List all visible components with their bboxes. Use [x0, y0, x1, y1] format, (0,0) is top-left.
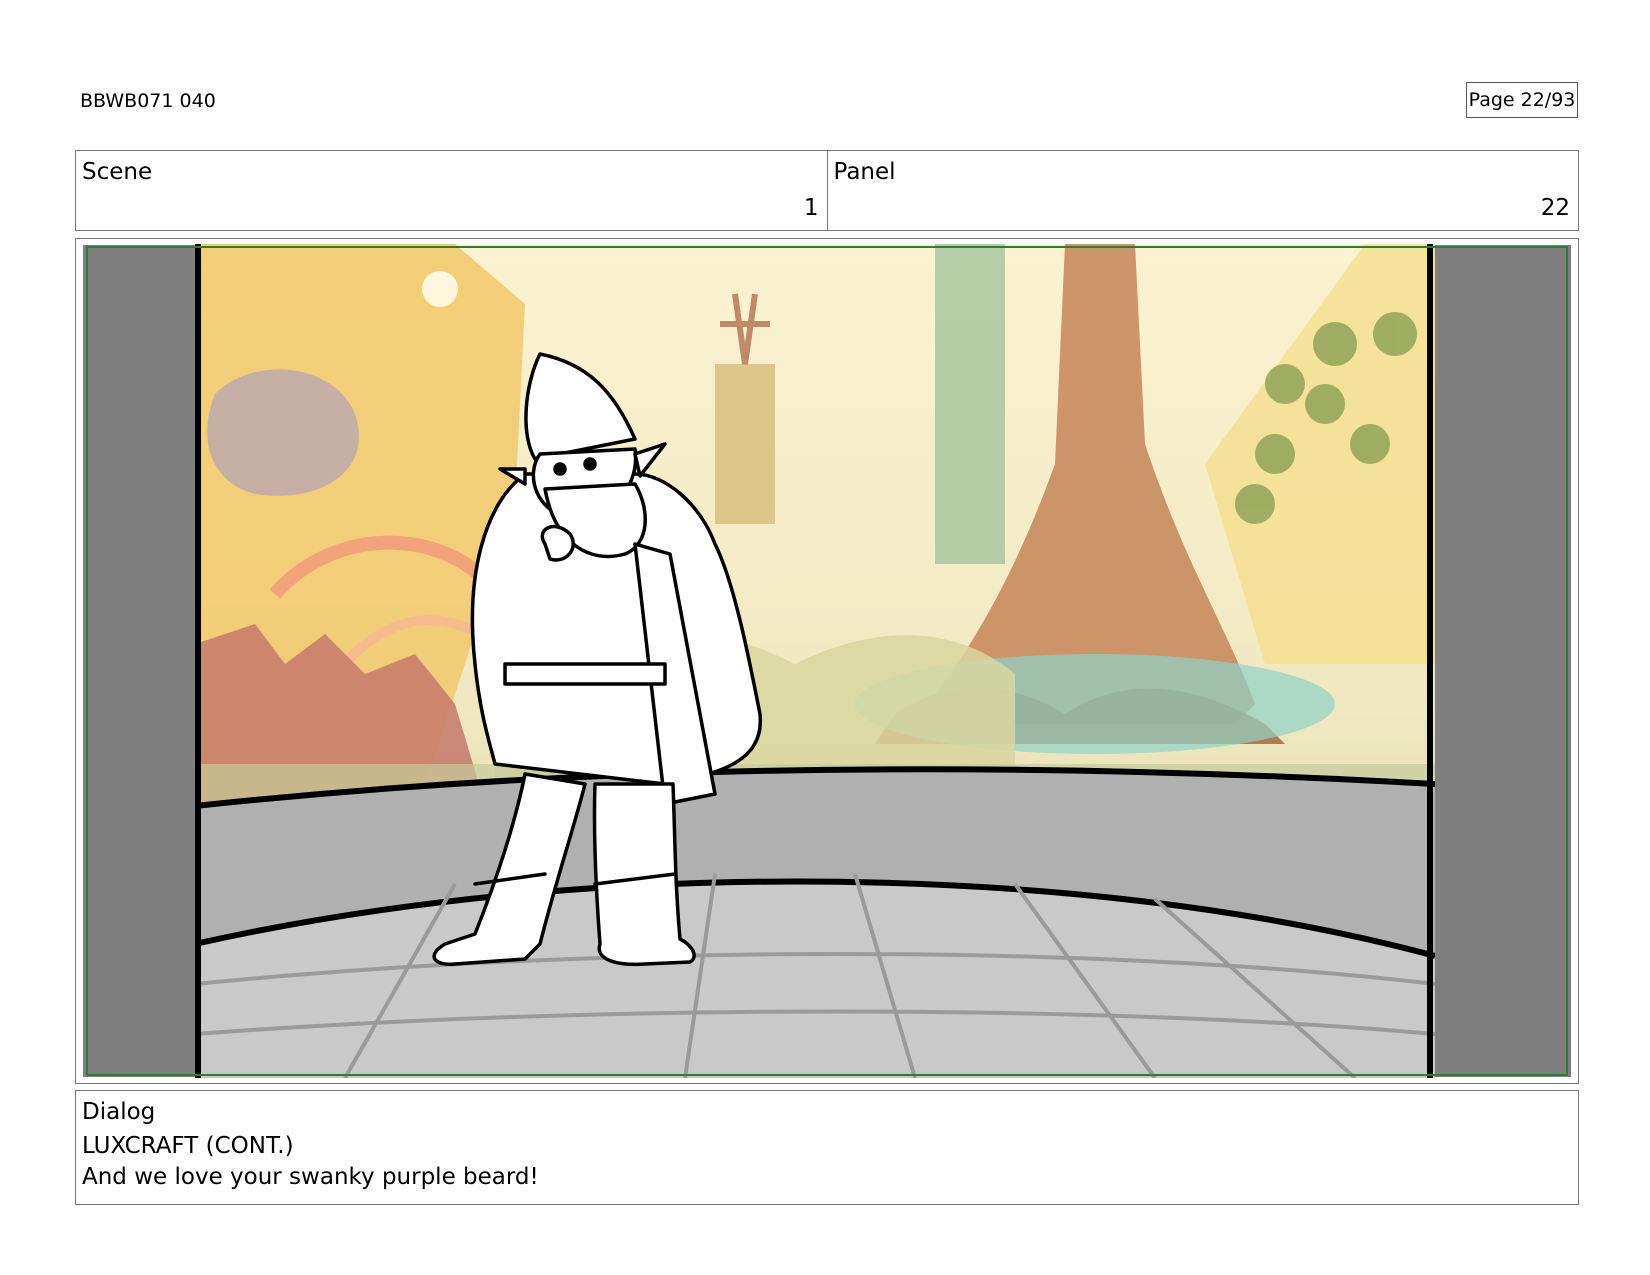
floating-tower — [715, 364, 775, 524]
dialog-label: Dialog — [82, 1099, 156, 1125]
panel-number: 22 — [1540, 195, 1570, 221]
gnome-eye-right — [583, 457, 597, 471]
panel-cell: Panel 22 — [826, 151, 1579, 230]
page-number: Page 22/93 — [1466, 82, 1578, 118]
tower-window — [422, 271, 458, 307]
left-post-edge — [195, 244, 201, 1078]
green-tower — [935, 244, 1005, 564]
panel-label: Panel — [833, 159, 896, 185]
dialog-character: LUXCRAFT (CONT.) — [82, 1133, 294, 1159]
right-post-edge — [1427, 244, 1433, 1078]
scene-panel-header: Scene 1 Panel 22 — [75, 150, 1579, 231]
scene-cell: Scene 1 — [76, 151, 827, 230]
document-id: BBWB071 040 — [80, 90, 216, 112]
storyboard-panel-art — [195, 244, 1435, 1078]
scene-label: Scene — [82, 159, 153, 185]
gnome-eye-left — [553, 462, 567, 476]
scene-number: 1 — [803, 195, 819, 221]
dialog-line: And we love your swanky purple beard! — [82, 1164, 539, 1190]
gnome-hand — [540, 524, 575, 562]
dialog-box: Dialog LUXCRAFT (CONT.) And we love your… — [75, 1090, 1579, 1205]
gnome-belt — [503, 662, 667, 686]
